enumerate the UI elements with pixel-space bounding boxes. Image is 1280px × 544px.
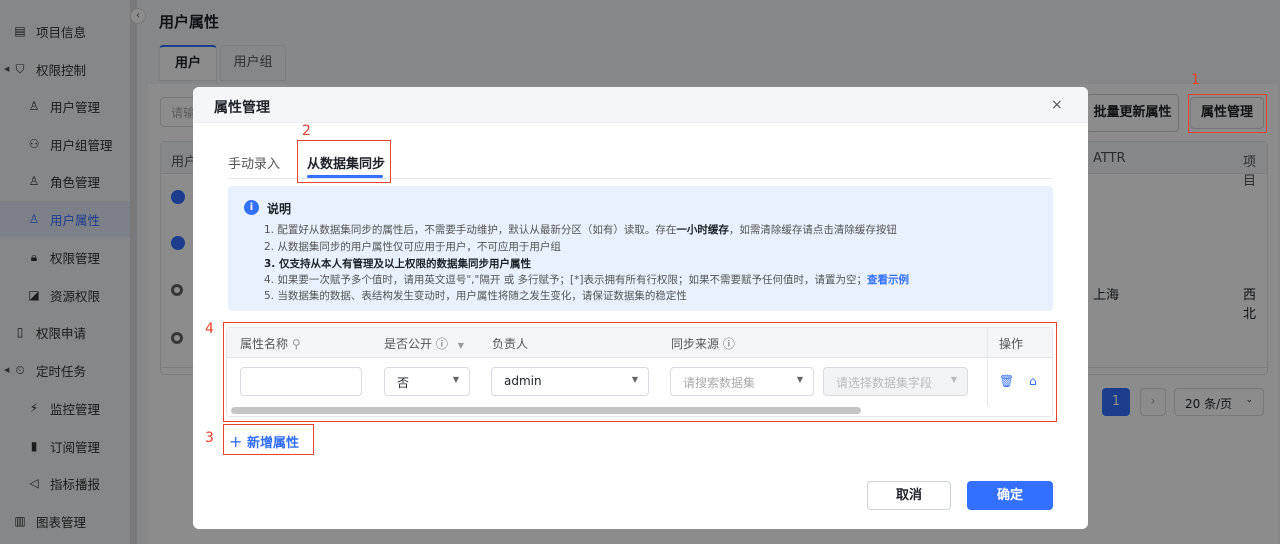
info-line-5: 5. 当数据集的数据、表结构发生变动时，用户属性将随之发生变化，请保证数据集的稳… [264,290,687,302]
annotation-box-2 [297,140,391,183]
tab-manual-entry[interactable]: 手动录入 [228,153,280,172]
annotation-box-3 [223,424,314,455]
cancel-button[interactable]: 取消 [867,481,951,510]
modal-title: 属性管理 [214,100,270,116]
info-line-4: 4. 如果要一次赋予多个值时，请用英文逗号","隔开 或 多行赋予；[*]表示拥… [264,274,909,286]
info-icon: i [244,200,259,215]
info-line-2: 2. 从数据集同步的用户属性仅可应用于用户，不可应用于用户组 [264,241,561,253]
view-example-link[interactable]: 查看示例 [867,274,909,286]
annotation-label-4: 4 [205,321,214,337]
info-line-3: 3. 仅支持从本人有管理及以上权限的数据集同步用户属性 [264,258,531,270]
close-icon[interactable]: × [1051,97,1063,113]
annotation-box-1 [1188,94,1267,133]
annotation-label-2: 2 [302,123,311,139]
info-line-1: 1. 配置好从数据集同步的属性后，不需要手动维护，默认从最新分区（如有）读取。存… [264,224,897,236]
ok-button[interactable]: 确定 [967,481,1053,510]
modal-header [193,87,1088,123]
annotation-box-4 [223,322,1057,422]
info-box: i 说明 1. 配置好从数据集同步的属性后，不需要手动维护，默认从最新分区（如有… [228,186,1053,311]
info-title: 说明 [267,202,292,216]
annotation-label-1: 1 [1191,72,1200,88]
annotation-label-3: 3 [205,430,214,446]
